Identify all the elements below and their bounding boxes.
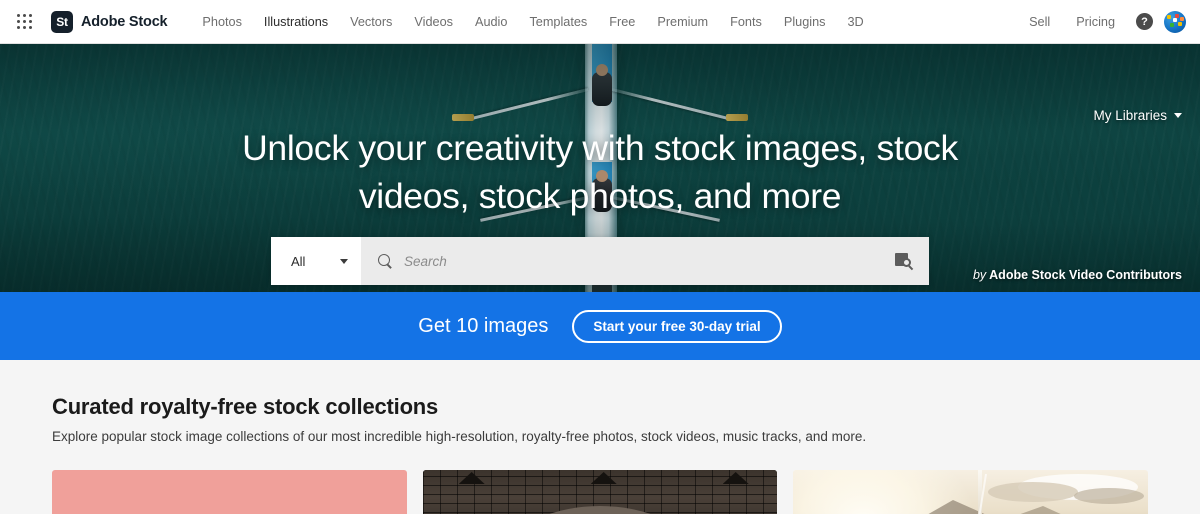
adobe-stock-logo[interactable]: St Adobe Stock xyxy=(51,10,168,33)
search-by-image-icon[interactable] xyxy=(895,251,915,271)
app-grid-icon[interactable] xyxy=(17,13,33,30)
cloud xyxy=(1074,488,1145,504)
nav-link-videos[interactable]: Videos xyxy=(403,15,464,29)
nav-link-illustrations[interactable]: Illustrations xyxy=(253,15,339,29)
search-field-wrapper[interactable]: Search xyxy=(361,237,929,285)
collection-card-grid xyxy=(52,470,1149,514)
primary-nav-links: Photos Illustrations Vectors Videos Audi… xyxy=(191,15,874,29)
start-free-trial-button[interactable]: Start your free 30-day trial xyxy=(572,309,782,343)
cloud xyxy=(988,482,1079,502)
credit-prefix: by xyxy=(972,268,987,282)
collection-card-1[interactable] xyxy=(52,470,407,514)
search-icon xyxy=(377,253,394,270)
nav-link-pricing[interactable]: Pricing xyxy=(1063,15,1128,29)
avatar[interactable] xyxy=(1164,10,1186,33)
chevron-down-icon xyxy=(1174,113,1182,118)
credit-name: Adobe Stock Video Contributors xyxy=(989,268,1182,282)
nav-link-vectors[interactable]: Vectors xyxy=(339,15,403,29)
nav-right-group: Sell Pricing ? xyxy=(1016,10,1200,33)
page-title: Unlock your creativity with stock images… xyxy=(242,128,958,216)
help-icon[interactable]: ? xyxy=(1136,13,1153,30)
chevron-down-icon xyxy=(340,258,348,264)
nav-link-3d[interactable]: 3D xyxy=(836,15,874,29)
mountain xyxy=(948,506,1119,514)
nav-link-plugins[interactable]: Plugins xyxy=(773,15,837,29)
search-bar: All Search xyxy=(271,237,929,285)
my-libraries-label: My Libraries xyxy=(1093,108,1167,123)
promo-text: Get 10 images xyxy=(418,314,549,337)
collection-card-3[interactable] xyxy=(793,470,1149,514)
nav-link-photos[interactable]: Photos xyxy=(191,15,253,29)
search-input[interactable]: Search xyxy=(404,254,895,269)
stock-mark-icon: St xyxy=(51,10,73,33)
promo-banner: Get 10 images Start your free 30-day tri… xyxy=(0,292,1200,360)
nav-link-sell[interactable]: Sell xyxy=(1016,15,1063,29)
nav-link-premium[interactable]: Premium xyxy=(646,15,719,29)
brand-name-label: Adobe Stock xyxy=(81,13,168,30)
hero-photo-credit: by Adobe Stock Video Contributors xyxy=(973,268,1182,282)
section-heading: Curated royalty-free stock collections xyxy=(52,394,439,419)
my-libraries-button[interactable]: My Libraries xyxy=(1093,108,1182,123)
collection-card-2[interactable] xyxy=(422,470,778,514)
search-category-value: All xyxy=(291,253,306,269)
nav-link-audio[interactable]: Audio xyxy=(464,15,518,29)
nav-link-free[interactable]: Free xyxy=(598,15,646,29)
search-category-select[interactable]: All xyxy=(271,237,361,285)
hero-section: My Libraries Unlock your creativity with… xyxy=(0,44,1200,292)
curated-collections-section: Curated royalty-free stock collections E… xyxy=(0,360,1200,514)
section-subheading: Explore popular stock image collections … xyxy=(52,429,867,444)
top-navigation-bar: St Adobe Stock Photos Illustrations Vect… xyxy=(0,0,1200,44)
nav-link-fonts[interactable]: Fonts xyxy=(719,15,773,29)
nav-link-templates[interactable]: Templates xyxy=(518,15,598,29)
